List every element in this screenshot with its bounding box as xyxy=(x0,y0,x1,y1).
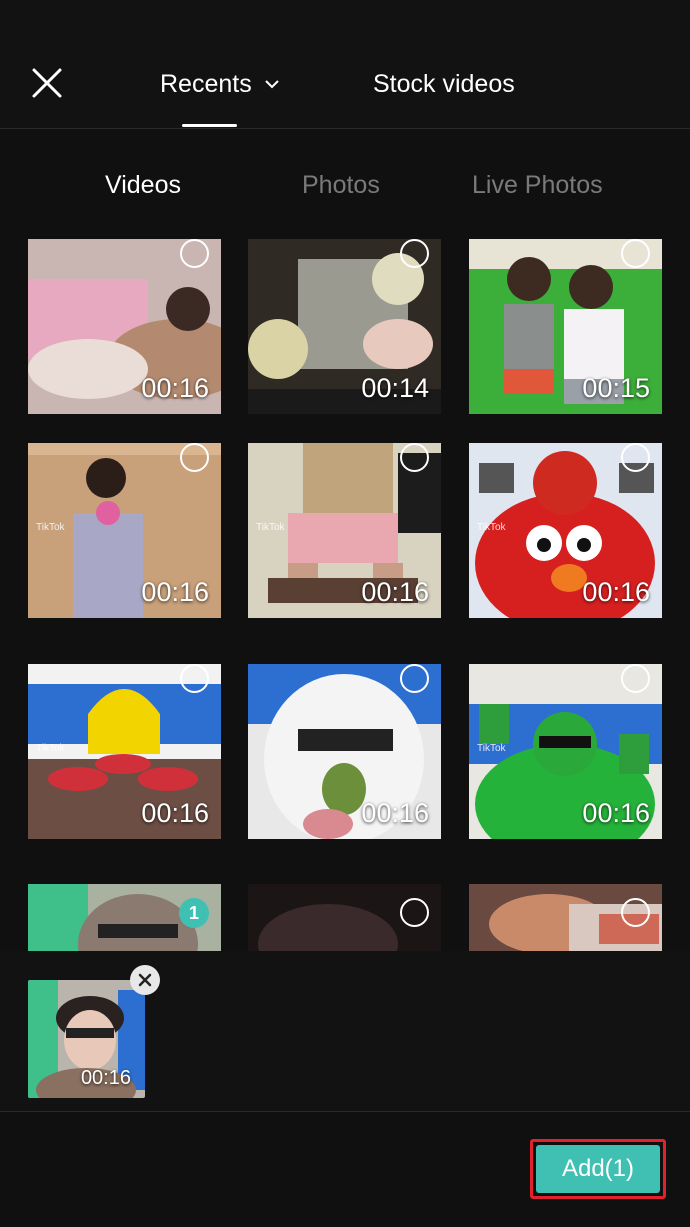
chevron-down-icon xyxy=(265,80,279,89)
media-item[interactable]: TikTok 00:16 xyxy=(469,664,662,839)
video-duration: 00:16 xyxy=(361,577,429,607)
media-grid: 00:16 00:14 00:15 TikTok 00:16 TikTok 00… xyxy=(0,239,690,951)
media-item[interactable]: TikTok 00:16 xyxy=(248,443,441,618)
select-circle[interactable] xyxy=(400,443,429,472)
video-duration: 00:15 xyxy=(582,373,650,403)
media-item[interactable]: TikTok 00:16 xyxy=(28,443,221,618)
media-item[interactable]: 00:16 xyxy=(28,239,221,414)
video-duration: 00:16 xyxy=(141,798,209,828)
media-item[interactable]: TikTok 00:16 xyxy=(28,664,221,839)
selected-video-duration: 00:16 xyxy=(80,1067,131,1089)
tiktok-watermark: TikTok xyxy=(36,521,65,533)
media-item[interactable]: TikTok 00:16 xyxy=(469,443,662,618)
video-duration: 00:14 xyxy=(361,373,429,403)
tab-videos[interactable]: Videos xyxy=(105,168,181,202)
select-circle[interactable] xyxy=(621,664,650,693)
tab-recents[interactable]: Recents xyxy=(160,66,280,102)
video-duration: 00:16 xyxy=(582,577,650,607)
select-circle[interactable] xyxy=(180,443,209,472)
tab-stock-videos[interactable]: Stock videos xyxy=(373,66,515,102)
select-circle[interactable] xyxy=(180,239,209,268)
tiktok-watermark: TikTok xyxy=(477,521,506,533)
select-circle[interactable] xyxy=(400,664,429,693)
media-item[interactable] xyxy=(248,884,441,951)
tab-videos-label: Videos xyxy=(105,170,181,199)
tab-stock-videos-label: Stock videos xyxy=(373,69,515,98)
tab-live-photos[interactable]: Live Photos xyxy=(472,168,603,202)
select-circle[interactable] xyxy=(621,239,650,268)
media-item[interactable] xyxy=(469,884,662,951)
media-item[interactable]: 1 xyxy=(28,884,221,951)
media-item[interactable]: 00:14 xyxy=(248,239,441,414)
active-tab-indicator xyxy=(182,124,237,127)
select-circle[interactable] xyxy=(621,443,650,472)
video-duration: 00:16 xyxy=(582,798,650,828)
tab-photos[interactable]: Photos xyxy=(302,168,380,202)
select-circle[interactable] xyxy=(180,664,209,693)
tab-live-photos-label: Live Photos xyxy=(472,170,603,199)
video-duration: 00:16 xyxy=(141,577,209,607)
video-duration: 00:16 xyxy=(141,373,209,403)
close-button[interactable] xyxy=(30,66,64,100)
close-icon xyxy=(138,973,152,987)
media-item[interactable]: 00:16 xyxy=(248,664,441,839)
tiktok-watermark: TikTok xyxy=(477,742,506,754)
tiktok-watermark: TikTok xyxy=(256,521,285,533)
add-button[interactable]: Add(1) xyxy=(536,1145,660,1193)
select-circle[interactable] xyxy=(621,898,650,927)
video-duration: 00:16 xyxy=(361,798,429,828)
select-circle[interactable] xyxy=(400,239,429,268)
selection-number-badge[interactable]: 1 xyxy=(179,898,209,928)
remove-selected-button[interactable] xyxy=(130,965,160,995)
selected-media-item[interactable]: 00:16 xyxy=(28,980,145,1098)
media-item[interactable]: 00:15 xyxy=(469,239,662,414)
select-circle[interactable] xyxy=(400,898,429,927)
tiktok-watermark: TikTok xyxy=(36,742,65,754)
header-divider xyxy=(0,128,690,129)
tab-recents-label: Recents xyxy=(160,69,252,98)
top-bar xyxy=(0,0,690,128)
close-icon xyxy=(32,68,62,98)
tab-photos-label: Photos xyxy=(302,170,380,199)
